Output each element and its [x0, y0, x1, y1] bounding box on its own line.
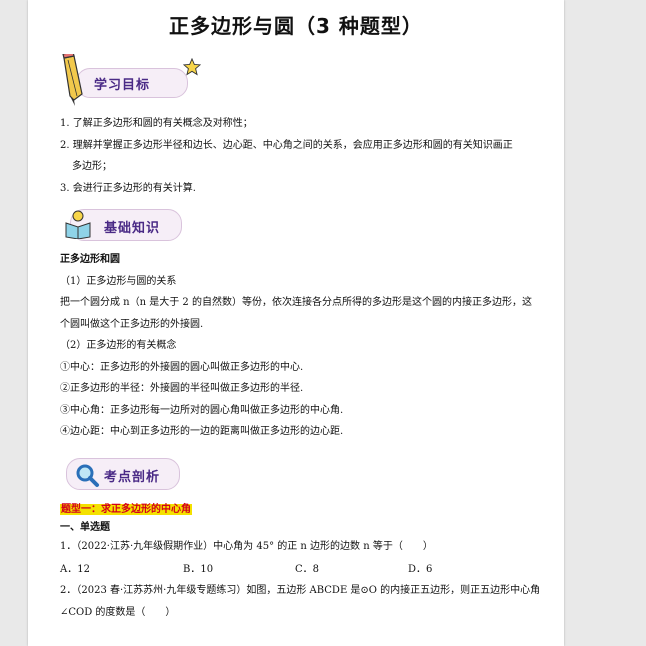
q1-option-c: C．8 [295, 564, 320, 575]
page-title: 正多边形与圆（3 种题型） [169, 14, 423, 38]
basics-line-2: 把一个圆分成 n（n 是大于 2 的自然数）等份，依次连接各分点所得的多边形是这… [60, 297, 532, 308]
viewer-background-left [0, 0, 28, 646]
q1-option-b: B．10 [183, 564, 214, 575]
question-type-highlight: 题型一：求正多边形的中心角 [60, 504, 192, 515]
star-icon [183, 58, 201, 76]
analysis-banner-label: 考点剖析 [104, 470, 161, 485]
basics-banner: 基础知识 [60, 206, 190, 242]
basics-line-4: （2）正多边形的有关概念 [60, 340, 177, 351]
question-2-line-1: 2．（2023 春·江苏苏州·九年级专题练习）如图，五边形 ABCDE 是⊙O … [60, 585, 541, 596]
goals-banner: 学习目标 [58, 54, 201, 106]
basics-heading: 正多边形和圆 [60, 254, 120, 265]
basics-line-1: （1）正多边形与圆的关系 [60, 276, 177, 287]
question-2-line-2: ∠COD 的度数是（ ） [60, 607, 176, 618]
basics-line-3: 个圆叫做这个正多边形的外接圆. [60, 319, 204, 330]
goal-line-2-cont: 多边形； [72, 161, 112, 172]
basics-line-8: ④边心距：中心到正多边形的一边的距离叫做正多边形的边心距. [60, 426, 344, 437]
goal-line-3: 3. 会进行正多边形的有关计算. [60, 183, 196, 194]
analysis-banner: 考点剖析 [60, 456, 190, 492]
basics-line-6: ②正多边形的半径：外接圆的半径叫做正多边形的半径. [60, 383, 304, 394]
q1-option-a: A．12 [60, 564, 90, 575]
q1-option-d: D．6 [408, 564, 433, 575]
book-icon [65, 210, 91, 239]
basics-line-5: ①中心：正多边形的外接圆的圆心叫做正多边形的中心. [60, 362, 304, 373]
question-1: 1．（2022·江苏·九年级假期作业）中心角为 45° 的正 n 边形的边数 n… [60, 541, 433, 552]
basics-banner-label: 基础知识 [104, 221, 161, 236]
basics-line-7: ③中心角：正多边形每一边所对的圆心角叫做正多边形的中心角. [60, 405, 344, 416]
pencil-icon [62, 54, 83, 106]
question-type-heading: 题型一：求正多边形的中心角 [60, 503, 192, 517]
goal-line-1: 1. 了解正多边形和圆的有关概念及对称性； [60, 118, 253, 129]
magnifier-icon [76, 464, 99, 487]
viewer-background-right [564, 0, 646, 646]
document-page: 正多边形与圆（3 种题型） 学习目标 1. 了解正多边形和圆的有关概念及对称性；… [28, 0, 564, 646]
goals-banner-label: 学习目标 [94, 78, 151, 93]
single-choice-heading: 一、单选题 [60, 522, 110, 533]
goal-line-2: 2. 理解并掌握正多边形半径和边长、边心距、中心角之间的关系，会应用正多边形和圆… [60, 140, 513, 151]
